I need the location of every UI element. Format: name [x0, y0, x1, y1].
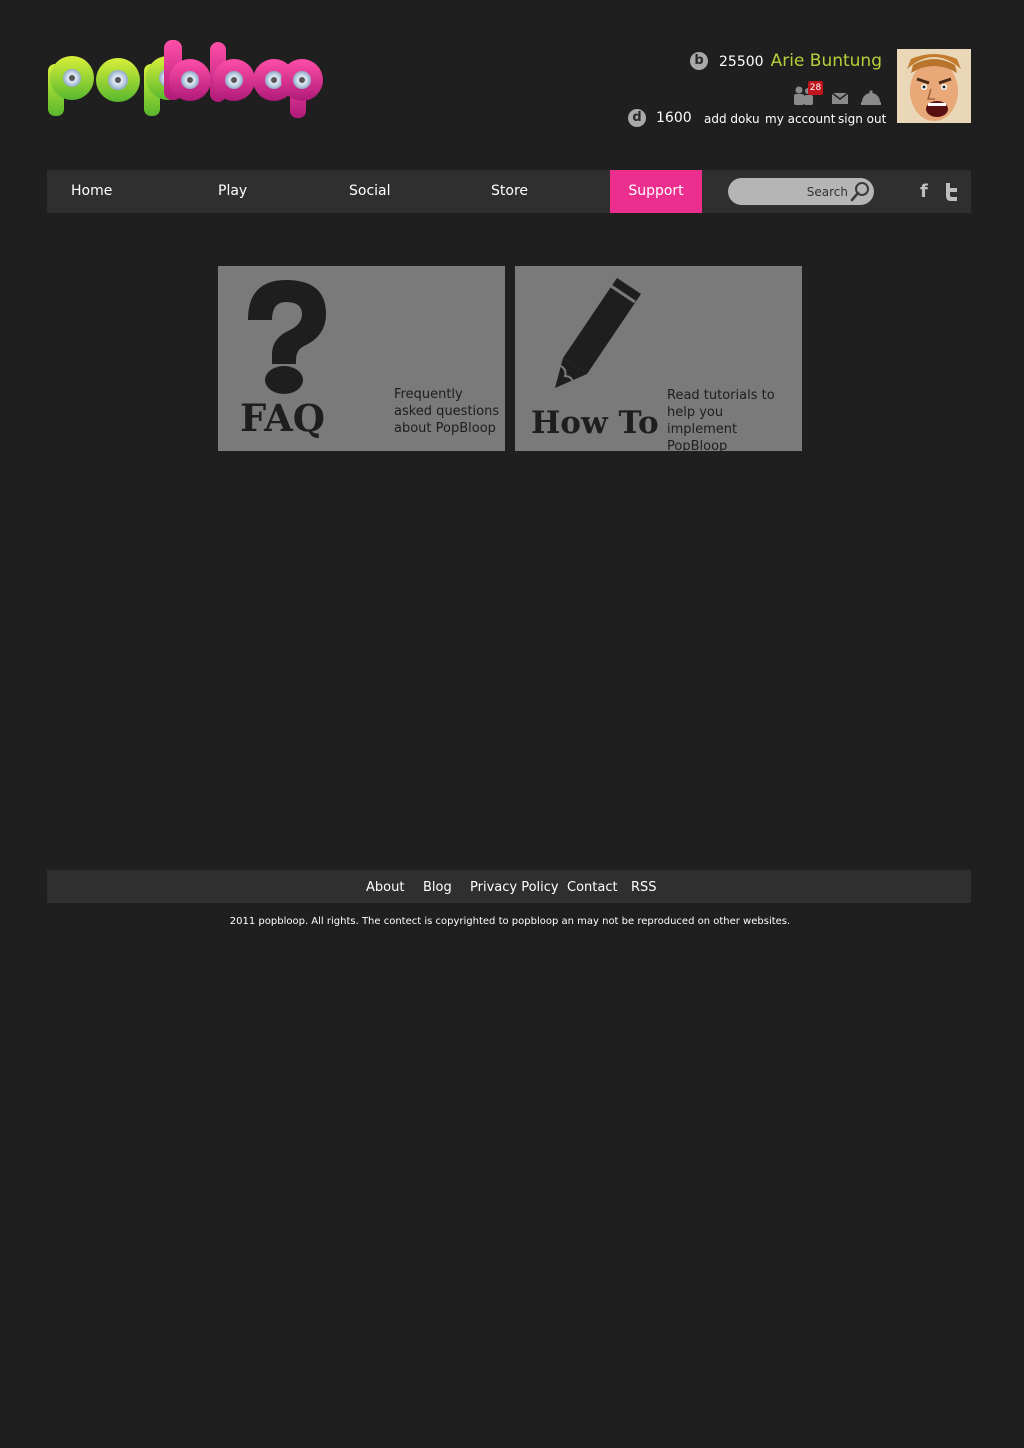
twitter-icon[interactable] [943, 182, 959, 202]
faq-card[interactable]: FAQ Frequently asked questions about Pop… [218, 266, 505, 451]
my-account-link[interactable]: my account [765, 112, 835, 126]
footer-link-privacy-policy[interactable]: Privacy Policy [470, 870, 559, 903]
search-input[interactable] [728, 178, 854, 205]
footer-link-rss[interactable]: RSS [631, 870, 657, 903]
how-to-title: How To [531, 405, 659, 441]
how-to-description: Read tutorials to help you implement Pop… [667, 388, 775, 454]
search-icon[interactable] [849, 181, 871, 203]
sign-out-link[interactable]: sign out [838, 112, 886, 126]
search-box [728, 178, 874, 205]
user-name[interactable]: Arie Buntung [771, 51, 882, 71]
doku-coin-icon: d [628, 109, 646, 127]
footer-link-contact[interactable]: Contact [567, 870, 618, 903]
nav-item-support[interactable]: Support [610, 170, 702, 213]
facebook-icon[interactable]: f [920, 182, 932, 202]
footer-nav: About Blog Privacy Policy Contact RSS [47, 870, 971, 903]
mail-icon[interactable] [831, 90, 849, 104]
add-doku-link[interactable]: add doku [704, 112, 760, 126]
nav-item-home[interactable]: Home [71, 170, 112, 213]
popbloop-logo[interactable] [44, 38, 326, 124]
footer-link-blog[interactable]: Blog [423, 870, 452, 903]
nav-item-store[interactable]: Store [491, 170, 528, 213]
question-mark-icon [244, 280, 328, 394]
logo-graphic [48, 40, 323, 118]
copyright-text: 2011 popbloop. All rights. The contect i… [229, 916, 791, 927]
nav-item-social[interactable]: Social [349, 170, 391, 213]
bloops-coin-icon: b [690, 52, 708, 70]
faq-description: Frequently asked questions about PopBloo… [394, 387, 500, 436]
notification-badge: 28 [808, 81, 823, 95]
avatar[interactable] [897, 49, 971, 123]
nav-item-play[interactable]: Play [218, 170, 247, 213]
doku-balance: 1600 [656, 110, 692, 126]
page: b 25500 Arie Buntung 28 d 1600 add doku … [0, 0, 1024, 1448]
pencil-icon [551, 278, 645, 390]
faq-title: FAQ [240, 396, 326, 440]
how-to-card[interactable]: How To Read tutorials to help you implem… [515, 266, 802, 454]
service-bell-icon[interactable] [860, 88, 882, 106]
bloops-balance: 25500 [719, 54, 764, 70]
main-nav: Home Play Social Store Support f [47, 170, 971, 213]
footer-link-about[interactable]: About [366, 870, 404, 903]
